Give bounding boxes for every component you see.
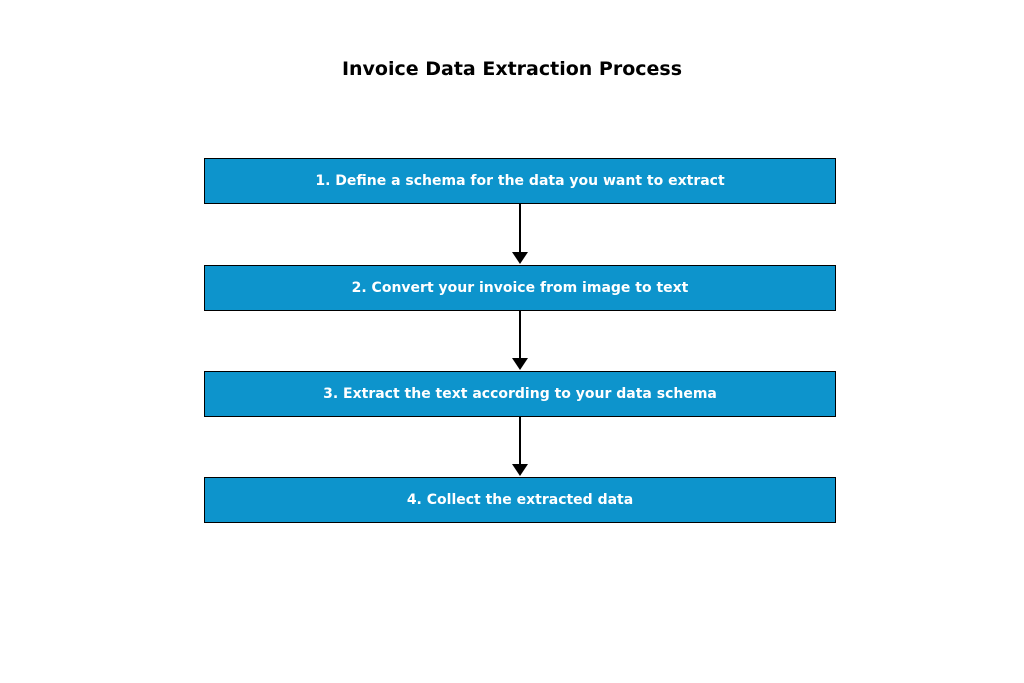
arrow-1 [519, 204, 521, 252]
step-box-2: 2. Convert your invoice from image to te… [204, 265, 836, 311]
arrow-head-2 [512, 358, 528, 370]
step-label-4: 4. Collect the extracted data [407, 492, 633, 508]
arrow-2 [519, 311, 521, 358]
arrow-3 [519, 417, 521, 464]
arrow-head-1 [512, 252, 528, 264]
arrow-head-3 [512, 464, 528, 476]
step-box-4: 4. Collect the extracted data [204, 477, 836, 523]
step-box-1: 1. Define a schema for the data you want… [204, 158, 836, 204]
step-box-3: 3. Extract the text according to your da… [204, 371, 836, 417]
diagram-title: Invoice Data Extraction Process [0, 58, 1024, 80]
step-label-3: 3. Extract the text according to your da… [323, 386, 717, 402]
step-label-1: 1. Define a schema for the data you want… [315, 173, 724, 189]
step-label-2: 2. Convert your invoice from image to te… [352, 280, 689, 296]
